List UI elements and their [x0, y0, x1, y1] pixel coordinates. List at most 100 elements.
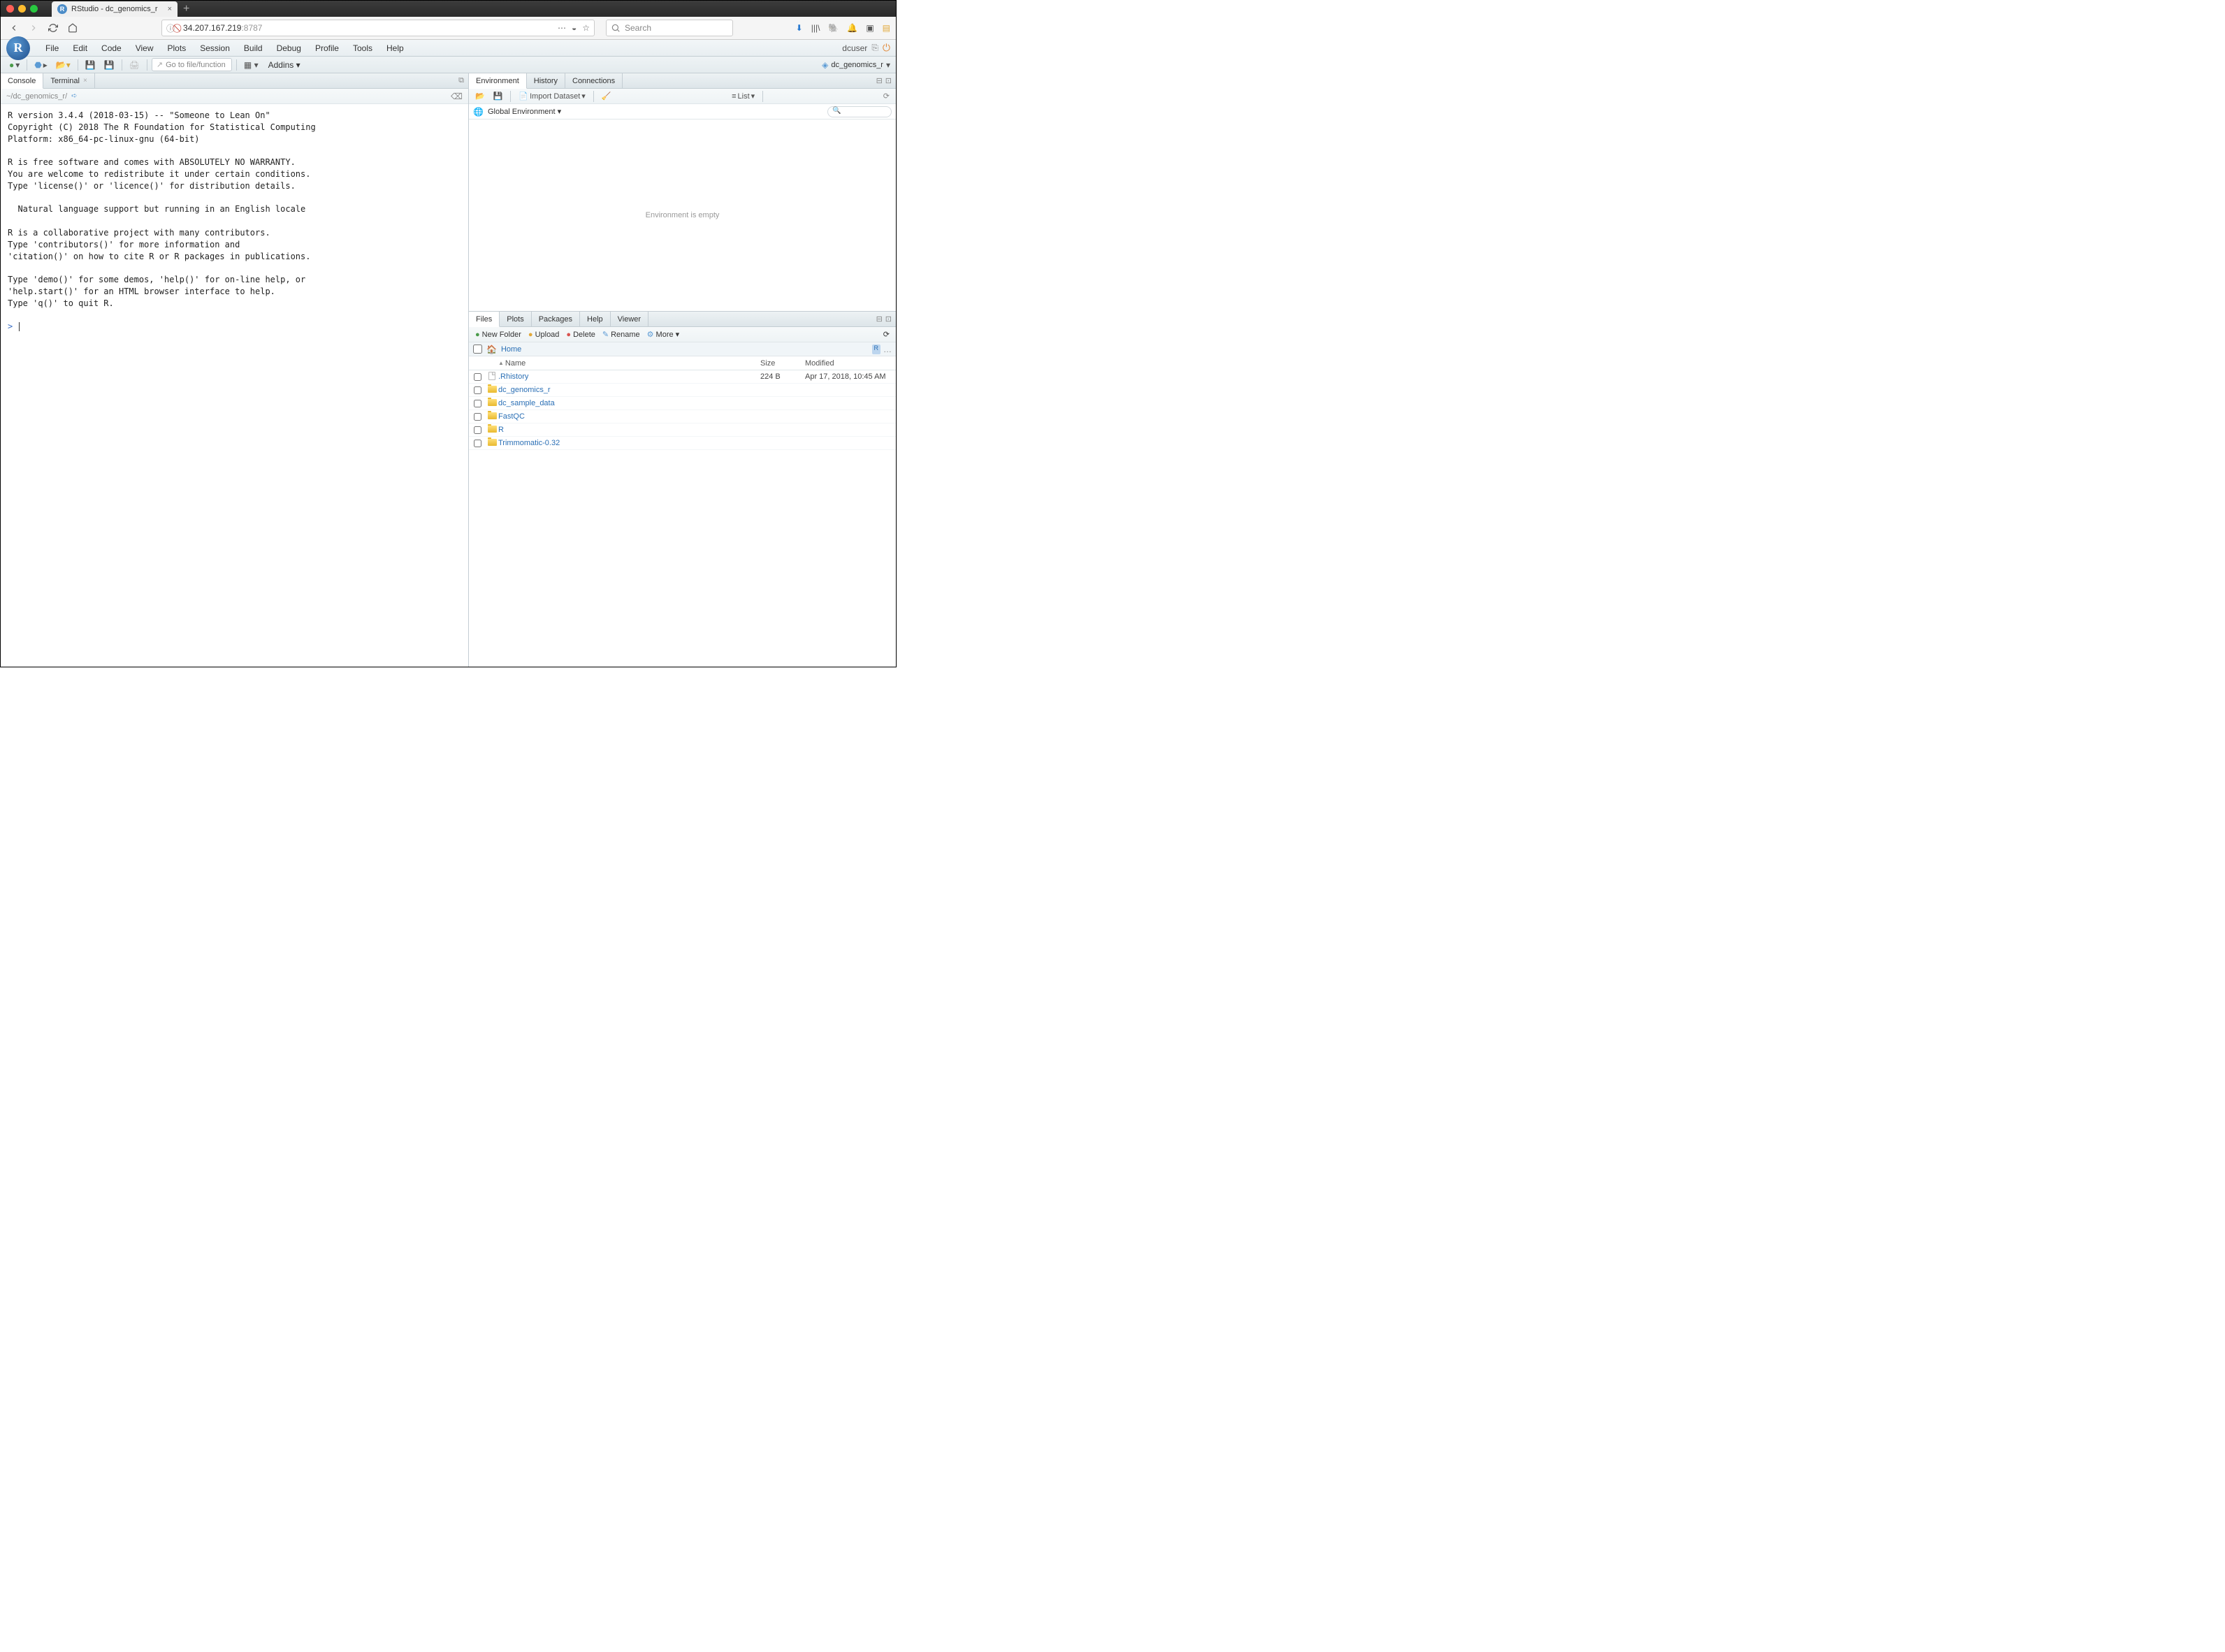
addins-button[interactable]: Addins ▾: [264, 60, 305, 70]
minimize-pane-icon[interactable]: ⊟: [876, 314, 883, 324]
file-row[interactable]: .Rhistory224 BApr 17, 2018, 10:45 AM: [469, 370, 896, 384]
popout-icon[interactable]: ⧉: [458, 76, 464, 85]
minimize-pane-icon[interactable]: ⊟: [876, 76, 883, 85]
open-file-button[interactable]: 📂▾: [53, 59, 73, 71]
file-checkbox[interactable]: [474, 386, 481, 394]
new-project-button[interactable]: ⬣▸: [31, 59, 50, 71]
file-row[interactable]: Trimmomatic-0.32: [469, 437, 896, 450]
menu-item-debug[interactable]: Debug: [270, 43, 308, 53]
env-scope[interactable]: Global Environment ▾: [488, 107, 561, 116]
tab-connections[interactable]: Connections: [565, 73, 623, 88]
site-info-icon[interactable]: ⓘ: [166, 22, 175, 34]
maximize-pane-icon[interactable]: ⊡: [885, 76, 892, 85]
tab-help[interactable]: Help: [580, 312, 611, 326]
tab-console[interactable]: Console: [1, 73, 43, 89]
home-button[interactable]: [65, 20, 80, 36]
refresh-files-icon[interactable]: ⟳: [881, 329, 892, 340]
tab-terminal[interactable]: Terminal×: [43, 73, 94, 88]
new-folder-button[interactable]: ●New Folder: [473, 330, 523, 340]
maximize-pane-icon[interactable]: ⊡: [885, 314, 892, 324]
save-all-button[interactable]: 💾: [101, 59, 117, 71]
col-modified[interactable]: Modified: [805, 359, 896, 368]
pocket-icon[interactable]: ◒: [572, 23, 577, 33]
home-icon[interactable]: 🏠: [486, 345, 497, 354]
file-row[interactable]: R: [469, 423, 896, 437]
select-all-checkbox[interactable]: [473, 345, 482, 354]
console-output[interactable]: R version 3.4.4 (2018-03-15) -- "Someone…: [1, 104, 468, 667]
forward-button[interactable]: [26, 20, 41, 36]
bookmark-star-icon[interactable]: ☆: [582, 23, 590, 33]
refresh-env-icon[interactable]: ⟳: [881, 91, 892, 101]
menu-item-tools[interactable]: Tools: [346, 43, 379, 53]
menu-item-help[interactable]: Help: [379, 43, 411, 53]
breadcrumb-home[interactable]: Home: [501, 345, 521, 354]
file-row[interactable]: dc_genomics_r: [469, 384, 896, 397]
delete-button[interactable]: ●Delete: [564, 330, 597, 340]
search-box[interactable]: Search: [606, 20, 733, 36]
file-row[interactable]: FastQC: [469, 410, 896, 423]
evernote-icon[interactable]: 🐘: [828, 23, 839, 33]
back-button[interactable]: [6, 20, 22, 36]
file-checkbox[interactable]: [474, 400, 481, 407]
tab-packages[interactable]: Packages: [532, 312, 580, 326]
project-menu-icon[interactable]: ▾: [886, 60, 890, 70]
project-name[interactable]: dc_genomics_r: [831, 61, 883, 69]
power-icon[interactable]: ⏻: [883, 42, 890, 54]
env-view-mode[interactable]: ≡ List ▾: [730, 91, 757, 101]
file-row[interactable]: dc_sample_data: [469, 397, 896, 410]
file-name[interactable]: dc_genomics_r: [498, 386, 760, 394]
file-checkbox[interactable]: [474, 440, 481, 447]
reload-button[interactable]: [45, 20, 61, 36]
env-search[interactable]: 🔍: [827, 106, 892, 117]
file-checkbox[interactable]: [474, 413, 481, 421]
path-go-icon[interactable]: ➪: [71, 92, 77, 100]
library-icon[interactable]: |||\: [811, 23, 820, 33]
clear-console-icon[interactable]: ⌫: [451, 92, 463, 101]
grid-button[interactable]: ▦ ▾: [241, 59, 261, 71]
save-workspace-button[interactable]: 💾: [491, 91, 505, 101]
sign-out-icon[interactable]: ⎘: [871, 43, 878, 53]
new-tab-button[interactable]: +: [183, 3, 189, 15]
sidebar-icon[interactable]: ▣: [866, 23, 874, 33]
new-file-button[interactable]: ●▾: [6, 59, 22, 71]
close-tab-icon[interactable]: ×: [83, 77, 87, 85]
clear-env-icon[interactable]: 🧹: [600, 91, 614, 101]
menu-item-session[interactable]: Session: [193, 43, 237, 53]
close-window-button[interactable]: [6, 5, 14, 13]
col-size[interactable]: Size: [760, 359, 805, 368]
col-name[interactable]: Name: [505, 359, 526, 368]
print-button[interactable]: 🖨: [126, 59, 143, 71]
downloads-icon[interactable]: ⬇: [796, 23, 803, 33]
more-button[interactable]: ⚙More ▾: [645, 329, 681, 340]
tab-files[interactable]: Files: [469, 312, 500, 327]
file-name[interactable]: .Rhistory: [498, 372, 760, 381]
tab-environment[interactable]: Environment: [469, 73, 527, 89]
file-name[interactable]: FastQC: [498, 412, 760, 421]
page-actions-icon[interactable]: ⋯: [558, 23, 566, 33]
menu-item-edit[interactable]: Edit: [66, 43, 94, 53]
tab-viewer[interactable]: Viewer: [611, 312, 648, 326]
upload-button[interactable]: ●Upload: [526, 330, 562, 340]
maximize-window-button[interactable]: [30, 5, 38, 13]
menu-item-profile[interactable]: Profile: [308, 43, 346, 53]
file-checkbox[interactable]: [474, 373, 481, 381]
menu-item-build[interactable]: Build: [237, 43, 270, 53]
close-tab-icon[interactable]: ×: [168, 5, 172, 13]
load-workspace-button[interactable]: 📂: [473, 91, 487, 101]
file-name[interactable]: Trimmomatic-0.32: [498, 439, 760, 447]
import-dataset-button[interactable]: 📄 Import Dataset ▾: [516, 91, 587, 101]
hamburger-icon[interactable]: ▤: [883, 23, 890, 33]
menu-item-file[interactable]: File: [38, 43, 66, 53]
file-name[interactable]: R: [498, 426, 760, 434]
tab-plots[interactable]: Plots: [500, 312, 531, 326]
url-bar[interactable]: ⓘ ⃠ 34.207.167.219:8787 ⋯ ◒ ☆: [161, 20, 595, 36]
tab-history[interactable]: History: [527, 73, 565, 88]
notification-icon[interactable]: 🔔: [847, 23, 857, 33]
menu-item-view[interactable]: View: [129, 43, 161, 53]
go-to-file-input[interactable]: ↗ Go to file/function: [152, 58, 232, 71]
rename-button[interactable]: ✎Rename: [600, 329, 642, 340]
file-checkbox[interactable]: [474, 426, 481, 434]
file-name[interactable]: dc_sample_data: [498, 399, 760, 407]
browser-tab[interactable]: R RStudio - dc_genomics_r ×: [52, 1, 177, 17]
save-button[interactable]: 💾: [82, 59, 99, 71]
